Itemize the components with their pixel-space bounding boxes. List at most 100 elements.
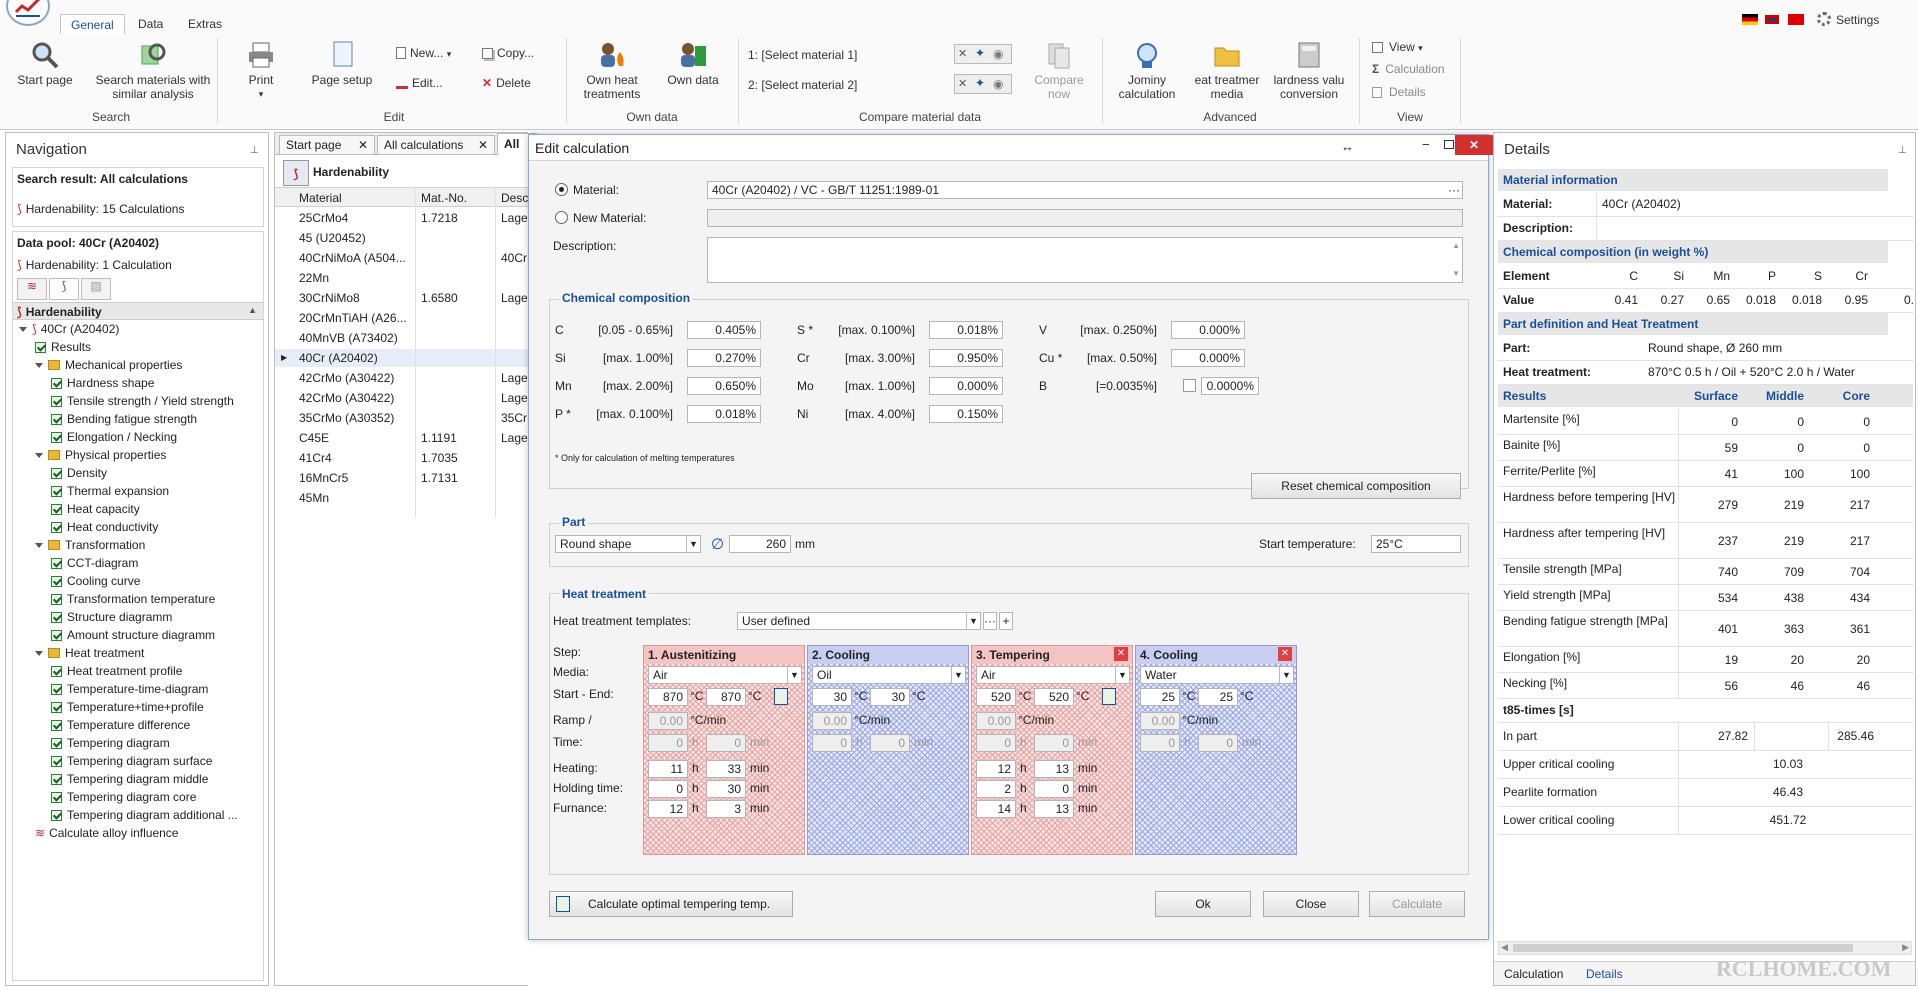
time-min-field[interactable]: 0: [1034, 734, 1074, 752]
tree-item[interactable]: Physical properties: [35, 448, 166, 462]
checkbox-icon[interactable]: [51, 630, 62, 641]
tree-item[interactable]: Thermal expansion: [51, 484, 169, 498]
tree-item[interactable]: ≋ Calculate alloy influence: [35, 826, 178, 840]
expand-icon[interactable]: [19, 327, 27, 332]
tree-item[interactable]: Tempering diagram middle: [51, 772, 208, 786]
start-temp-field[interactable]: 870: [648, 688, 688, 706]
checkbox-icon[interactable]: [51, 738, 62, 749]
diameter-field[interactable]: 260: [729, 535, 791, 553]
chem-value-field[interactable]: 0.270%: [687, 349, 761, 367]
heat-treatment-media-button[interactable]: eat treatmer media: [1190, 40, 1264, 101]
time-min-field[interactable]: 0: [870, 734, 910, 752]
tree-item[interactable]: Temperature difference: [51, 718, 190, 732]
tree-item[interactable]: Tensile strength / Yield strength: [51, 394, 234, 408]
tab-extras[interactable]: Extras: [178, 14, 232, 34]
start-page-button[interactable]: Start page: [8, 40, 82, 87]
tree-item[interactable]: Bending fatigue strength: [51, 412, 197, 426]
part-shape-select[interactable]: Round shape ▼: [555, 535, 701, 553]
calc-tempering-button[interactable]: Calculate optimal tempering temp.: [549, 891, 793, 917]
search-similar-button[interactable]: Search materials with similar analysis: [92, 40, 214, 101]
gear-icon[interactable]: [1817, 12, 1831, 26]
tree-item[interactable]: Transformation: [35, 538, 145, 552]
table-row[interactable]: 25CrMo4 1.7218 Lage: [275, 209, 529, 227]
tree-item[interactable]: Amount structure diagramm: [51, 628, 215, 642]
ht-template-select[interactable]: User defined ▼: [737, 612, 981, 630]
table-row[interactable]: ▶ 40Cr (A20402): [275, 349, 529, 367]
own-data-button[interactable]: Own data: [658, 40, 728, 87]
checkbox-icon[interactable]: [51, 594, 62, 605]
start-temp-field[interactable]: 25: [1140, 688, 1180, 706]
heat-min-field[interactable]: 13: [1034, 760, 1074, 778]
page-setup-button[interactable]: Page setup: [306, 40, 378, 87]
details-hscroll[interactable]: ◀ ▶: [1498, 941, 1912, 955]
pin-icon[interactable]: ⊥: [250, 145, 259, 156]
chem-value-field[interactable]: 0.000%: [1171, 321, 1245, 339]
heat-h-field[interactable]: 12: [976, 760, 1016, 778]
view-tab-hardenability[interactable]: ⟆: [49, 278, 79, 300]
chem-value-field[interactable]: 0.000%: [1171, 349, 1245, 367]
hold-min-field[interactable]: 30: [706, 780, 746, 798]
chem-value-field[interactable]: 0.150%: [929, 405, 1003, 423]
checkbox-icon[interactable]: [51, 486, 62, 497]
expand-icon[interactable]: [35, 453, 43, 458]
resize-icon[interactable]: ↔: [1341, 139, 1354, 154]
col-material[interactable]: Material: [299, 191, 342, 205]
tree-item[interactable]: ⟆ 40Cr (A20402): [19, 322, 119, 336]
checkbox-icon[interactable]: [51, 612, 62, 623]
copy-button[interactable]: Copy...: [482, 46, 534, 60]
flag-cn-icon[interactable]: [1788, 14, 1804, 25]
furn-min-field[interactable]: 3: [706, 800, 746, 818]
media-select[interactable]: Air ▼: [976, 666, 1130, 684]
checkbox-icon[interactable]: [51, 396, 62, 407]
hardness-conversion-button[interactable]: lardness valu conversion: [1272, 40, 1346, 101]
hardenability-calcs-item[interactable]: ⟆ Hardenability: 15 Calculations: [17, 202, 184, 216]
checkbox-icon[interactable]: [35, 342, 46, 353]
table-row[interactable]: 41Cr4 1.7035: [275, 449, 529, 467]
print-button[interactable]: Print ▾: [236, 40, 286, 101]
tree-item[interactable]: Heat capacity: [51, 502, 140, 516]
checkbox-icon[interactable]: [51, 792, 62, 803]
calculator-icon[interactable]: [774, 688, 788, 705]
tree-item[interactable]: Tempering diagram additional ...: [51, 808, 238, 822]
chem-value-field[interactable]: 0.018%: [687, 405, 761, 423]
tree-item[interactable]: Heat conductivity: [51, 520, 158, 534]
chem-value-field[interactable]: 0.018%: [929, 321, 1003, 339]
start-temp-field[interactable]: 520: [976, 688, 1016, 706]
tree-item[interactable]: Mechanical properties: [35, 358, 182, 372]
settings-button[interactable]: Settings: [1836, 13, 1879, 27]
start-temp-field[interactable]: 25°C: [1371, 535, 1461, 553]
chem-value-field[interactable]: 0.0000%: [1201, 377, 1259, 395]
checkbox-icon[interactable]: [51, 504, 62, 515]
maximize-icon[interactable]: [1444, 140, 1454, 149]
tree-item[interactable]: Density: [51, 466, 107, 480]
time-min-field[interactable]: 0: [706, 734, 746, 752]
close-icon[interactable]: ✕: [478, 136, 488, 154]
tab-details[interactable]: Details: [1586, 967, 1623, 981]
checkbox-icon[interactable]: [51, 468, 62, 479]
ramp-field[interactable]: 0.00: [812, 712, 852, 730]
details-view-button[interactable]: Details: [1372, 85, 1426, 99]
table-row[interactable]: 40CrNiMoA (A504... 40Cr: [275, 249, 529, 267]
table-row[interactable]: C45E 1.1191 Lage: [275, 429, 529, 447]
ramp-field[interactable]: 0.00: [976, 712, 1016, 730]
table-row[interactable]: 45 (U20452): [275, 229, 529, 247]
view-button[interactable]: View ▾: [1372, 40, 1423, 54]
table-row[interactable]: 30CrNiMo8 1.6580 Lage: [275, 289, 529, 307]
checkbox-icon[interactable]: [51, 522, 62, 533]
start-temp-field[interactable]: 30: [812, 688, 852, 706]
ht-template-more-button[interactable]: ···: [983, 612, 997, 630]
hold-h-field[interactable]: 0: [648, 780, 688, 798]
chem-value-field[interactable]: 0.405%: [687, 321, 761, 339]
close-button[interactable]: Close: [1263, 891, 1359, 917]
time-h-field[interactable]: 0: [648, 734, 688, 752]
hold-min-field[interactable]: 0: [1034, 780, 1074, 798]
furn-min-field[interactable]: 13: [1034, 800, 1074, 818]
heat-h-field[interactable]: 11: [648, 760, 688, 778]
tree-item[interactable]: Tempering diagram core: [51, 790, 196, 804]
delete-step-icon[interactable]: ✕: [1114, 647, 1128, 661]
app-logo[interactable]: [6, 0, 50, 26]
table-row[interactable]: 45Mn: [275, 489, 529, 507]
chem-value-field[interactable]: 0.650%: [687, 377, 761, 395]
checkbox-icon[interactable]: [51, 774, 62, 785]
delete-step-icon[interactable]: ✕: [1278, 647, 1292, 661]
